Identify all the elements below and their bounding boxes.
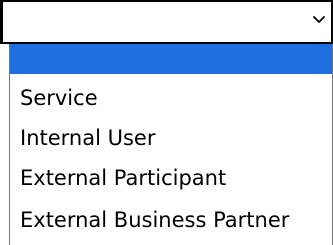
role-select[interactable] (0, 0, 333, 44)
dropdown-option-service[interactable]: Service (10, 79, 332, 117)
dropdown-option-external-business-partner[interactable]: External Business Partner (10, 201, 332, 239)
dropdown-option-external-participant[interactable]: External Participant (10, 159, 332, 197)
dropdown-listbox: Service Internal User External Participa… (9, 44, 333, 245)
chevron-down-icon (313, 16, 325, 23)
dropdown-option-internal-user[interactable]: Internal User (10, 119, 332, 157)
dropdown-option-empty[interactable] (10, 44, 332, 74)
